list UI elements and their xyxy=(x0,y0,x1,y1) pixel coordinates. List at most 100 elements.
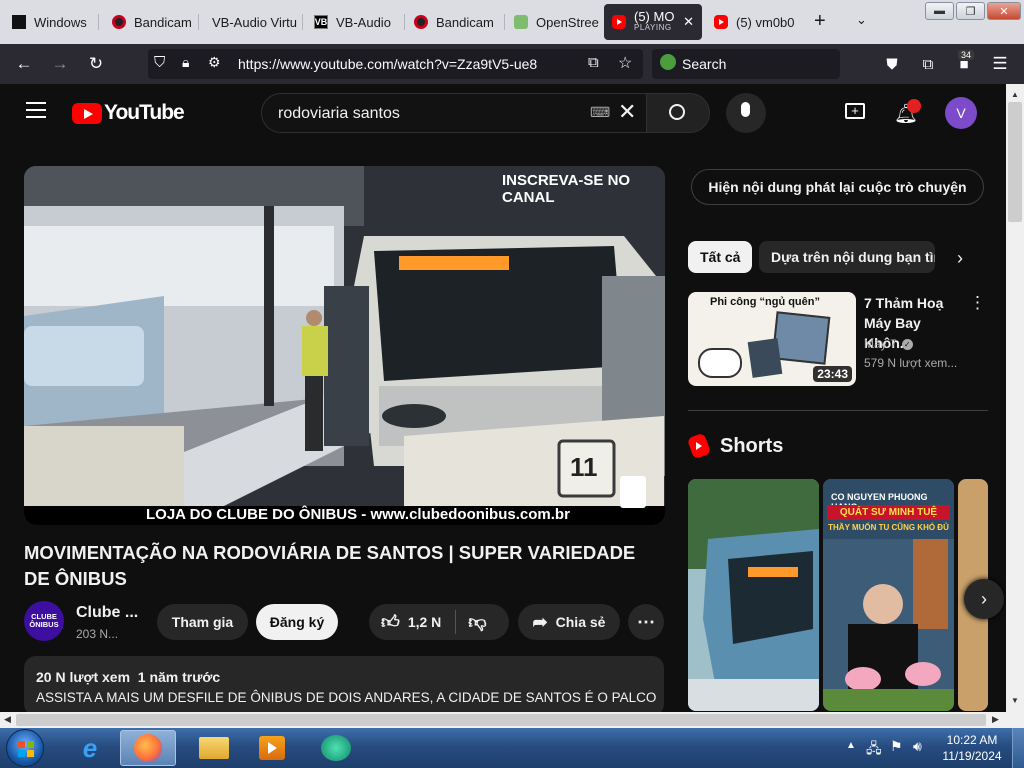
subscribe-button[interactable]: Đăng ký xyxy=(256,604,338,640)
youtube-logo-icon[interactable] xyxy=(72,103,102,124)
vertical-scrollbar[interactable]: ▲ ▼ xyxy=(1006,84,1024,712)
short-item-news[interactable]: CO NGUYEN PHUONG HANG QUÁT SƯ MINH TUỆ T… xyxy=(823,479,954,711)
like-dislike-group: 👍︎ 1,2 N 👎︎ xyxy=(369,604,509,640)
reload-icon[interactable]: ↻ xyxy=(84,52,108,76)
browser-search-box[interactable]: Search xyxy=(652,49,840,79)
chip-all[interactable]: Tất cả xyxy=(688,241,753,273)
dislike-icon[interactable]: 👎︎ xyxy=(468,611,486,633)
permissions-icon[interactable]: ⚙ xyxy=(208,54,221,71)
search-placeholder: Search xyxy=(682,56,727,72)
internet-explorer-icon[interactable]: e xyxy=(62,730,118,766)
short-item-bus[interactable] xyxy=(688,479,819,711)
address-bar[interactable]: ⛉ 🔒︎ ⚙ https://www.youtube.com/watch?v=Z… xyxy=(148,49,643,79)
firefox-taskbar-icon[interactable] xyxy=(120,730,176,766)
description-text: ASSISTA A MAIS UM DESFILE DE ÔNIBUS DE D… xyxy=(36,690,657,705)
lock-icon[interactable]: 🔒︎ xyxy=(182,54,189,71)
clock-time[interactable]: 10:22 AM xyxy=(940,733,1004,747)
close-window-button[interactable]: ✕ xyxy=(987,2,1021,20)
horizontal-scrollbar[interactable]: ◀ ▶ xyxy=(0,712,1006,728)
hamburger-menu-icon[interactable] xyxy=(26,102,46,118)
video-title: MOVIMENTAÇÃO NA RODOVIÁRIA DE SANTOS | S… xyxy=(24,542,636,589)
scrollbar-thumb[interactable] xyxy=(1008,102,1022,222)
channel-subscribers: 203 N... xyxy=(76,627,119,641)
create-video-icon[interactable]: + xyxy=(845,103,865,119)
chevron-right-icon[interactable]: › xyxy=(957,248,963,269)
start-button[interactable] xyxy=(6,729,44,767)
tab-openstreetmap[interactable]: OpenStree xyxy=(506,4,602,40)
tab-youtube-active[interactable]: (5) MO PLAYING ✕ xyxy=(604,4,702,40)
tab-title: (5) MO xyxy=(634,9,675,24)
search-button[interactable] xyxy=(646,93,710,133)
pocket-icon[interactable]: ⛊ xyxy=(880,52,904,76)
search-query: rodoviaria santos xyxy=(278,105,400,122)
short-caption-sub: THẦY MUỐN TU CŨNG KHÓ ĐỦ xyxy=(828,523,949,532)
minimize-button[interactable]: ▬ xyxy=(925,2,954,20)
like-icon[interactable]: 👍︎ xyxy=(381,611,400,633)
tab-windows[interactable]: Windows xyxy=(4,4,96,40)
channel-name[interactable]: Clube ... xyxy=(76,604,138,622)
join-button[interactable]: Tham gia xyxy=(157,604,248,640)
forward-arrow-icon[interactable]: → xyxy=(48,52,72,76)
horizontal-scrollbar-thumb[interactable] xyxy=(16,714,986,726)
volume-icon[interactable]: 🔊︎ xyxy=(913,738,922,755)
keyboard-icon[interactable]: ⌨ xyxy=(590,104,610,121)
youtube-logo-text[interactable]: YouTube xyxy=(104,101,185,125)
clock-date[interactable]: 11/19/2024 xyxy=(940,749,1004,763)
action-center-flag-icon[interactable]: ⚑ xyxy=(890,738,903,755)
view-count-date: 20 N lượt xem 1 năm trước xyxy=(36,669,221,685)
scroll-left-arrow-icon[interactable]: ◀ xyxy=(4,714,11,725)
pip-icon[interactable]: ⧉ xyxy=(588,54,599,71)
tab-youtube-2[interactable]: (5) vm0b0 xyxy=(706,4,802,40)
tab-bandicam-2[interactable]: Bandicam xyxy=(406,4,502,40)
screen: Windows Bandicam VB-Audio Virtu VB VB-Au… xyxy=(0,0,1024,768)
network-icon[interactable]: 🖧 xyxy=(866,738,882,762)
youtube-icon xyxy=(612,15,626,29)
bus-platform-number: 11 xyxy=(570,452,598,482)
tab-vb-audio[interactable]: VB VB-Audio xyxy=(306,4,402,40)
show-hidden-icons-icon[interactable]: ▲ xyxy=(846,740,856,751)
voice-search-button[interactable] xyxy=(726,93,766,133)
menu-icon[interactable]: ☰ xyxy=(988,52,1012,76)
avatar[interactable]: V xyxy=(945,97,977,129)
show-chat-replay-button[interactable]: Hiện nội dung phát lại cuộc trò chuyện xyxy=(691,169,984,205)
tab-vb-audio-virtual[interactable]: VB-Audio Virtu xyxy=(204,4,300,40)
clear-search-icon[interactable]: ✕ xyxy=(618,99,636,125)
tab-title: Bandicam xyxy=(436,14,494,30)
channel-watermark-icon[interactable] xyxy=(620,476,646,508)
restore-button[interactable]: ❐ xyxy=(956,2,985,20)
chip-based-on-search[interactable]: Dựa trên nội dung bạn tìm xyxy=(759,241,935,273)
bookmark-star-icon[interactable]: ☆ xyxy=(618,53,632,73)
bandicam-icon xyxy=(112,15,126,29)
like-count[interactable]: 1,2 N xyxy=(408,614,441,630)
back-arrow-icon[interactable]: ← xyxy=(12,52,36,76)
more-actions-icon[interactable]: ⋯ xyxy=(628,604,664,640)
browser-nav-bar: ← → ↻ ⛉ 🔒︎ ⚙ https://www.youtube.com/wat… xyxy=(0,44,1024,84)
description-box[interactable]: 20 N lượt xem 1 năm trước ASSISTA A MAIS… xyxy=(24,656,664,716)
bandicam-taskbar-icon[interactable] xyxy=(308,730,364,766)
scroll-down-arrow-icon[interactable]: ▼ xyxy=(1011,696,1019,705)
windows-icon xyxy=(12,15,26,29)
scroll-right-arrow-icon[interactable]: ▶ xyxy=(992,714,999,725)
share-button[interactable]: ➦ Chia sẻ xyxy=(518,604,620,640)
file-explorer-icon[interactable] xyxy=(186,730,242,766)
close-icon[interactable]: ✕ xyxy=(683,14,694,30)
recommended-views: 579 N lượt xem... xyxy=(864,356,958,370)
tab-bandicam-1[interactable]: Bandicam xyxy=(104,4,196,40)
tab-title: VB-Audio xyxy=(336,14,391,30)
tab-title: Bandicam xyxy=(134,14,192,30)
recommended-thumbnail[interactable]: Phi công “ngủ quên” 23:43 xyxy=(688,292,856,386)
show-desktop-button[interactable] xyxy=(1012,728,1024,768)
shield-icon[interactable]: ⛉ xyxy=(154,54,165,71)
channel-avatar[interactable]: CLUBE ÔNIBUS xyxy=(24,601,64,641)
chevron-down-icon[interactable]: ⌄ xyxy=(856,12,867,28)
recommended-channel[interactable]: Mây 7 ✓ xyxy=(864,337,913,351)
video-player[interactable]: INSCREVA-SE NO CANAL 11 LOJA DO CLUBE DO… xyxy=(24,166,665,525)
scroll-up-arrow-icon[interactable]: ▲ xyxy=(1011,90,1019,99)
extensions-icon[interactable]: ⧉ xyxy=(916,52,940,76)
new-tab-icon[interactable]: + xyxy=(814,10,826,33)
search-input[interactable]: rodoviaria santos ⌨ ✕ xyxy=(261,93,647,133)
shorts-next-button[interactable]: › xyxy=(964,579,1004,619)
media-player-icon[interactable] xyxy=(244,730,300,766)
more-options-icon[interactable]: ⋮ xyxy=(969,293,986,313)
short-caption-main: QUÁT SƯ MINH TUỆ xyxy=(827,505,950,520)
